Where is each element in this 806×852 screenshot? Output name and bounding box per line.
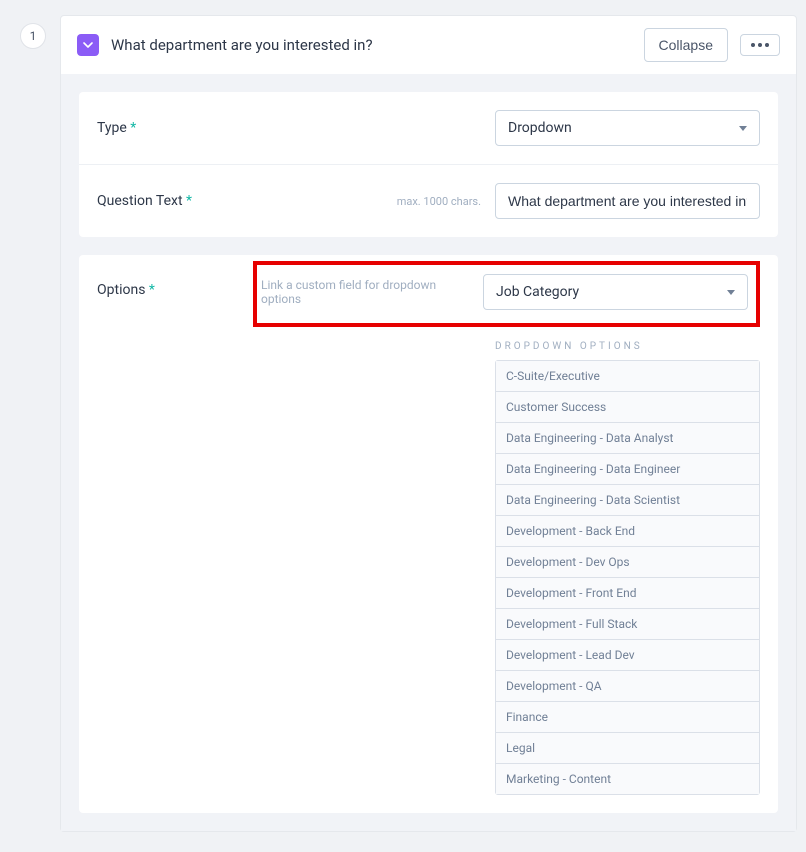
required-indicator: * (186, 193, 192, 209)
card-header: What department are you interested in? C… (61, 16, 796, 74)
question-text-input[interactable] (495, 183, 760, 219)
dropdown-options-list: C-Suite/ExecutiveCustomer SuccessData En… (495, 360, 760, 795)
link-custom-field-hint: Link a custom field for dropdown options (261, 278, 469, 306)
dropdown-option-item: Development - Back End (496, 515, 759, 546)
required-indicator: * (130, 120, 136, 136)
card-body: Type * Dropdown Question Text * max. 100… (61, 74, 796, 831)
custom-field-select-value: Job Category (496, 284, 579, 300)
question-title: What department are you interested in? (111, 36, 632, 54)
dropdown-option-item: Marketing - Content (496, 763, 759, 794)
dropdown-icon (77, 34, 99, 56)
dropdown-option-item: Development - Full Stack (496, 608, 759, 639)
type-select-value: Dropdown (508, 120, 572, 136)
type-select[interactable]: Dropdown (495, 110, 760, 146)
chevron-down-icon (727, 290, 735, 295)
step-number-badge: 1 (20, 23, 46, 49)
type-label: Type * (97, 120, 257, 136)
options-panel: Options * Link a custom field for dropdo… (79, 255, 778, 813)
options-top-row: Options * Link a custom field for dropdo… (97, 273, 760, 327)
dropdown-option-item: Finance (496, 701, 759, 732)
dropdown-options-section: DROPDOWN OPTIONS C-Suite/ExecutiveCustom… (495, 341, 760, 795)
custom-field-select[interactable]: Job Category (483, 274, 748, 310)
dropdown-option-item: Development - QA (496, 670, 759, 701)
options-label: Options * (97, 273, 257, 298)
dropdown-option-item: Development - Lead Dev (496, 639, 759, 670)
highlight-annotation: Link a custom field for dropdown options… (253, 261, 760, 327)
dropdown-option-item: Customer Success (496, 391, 759, 422)
settings-panel: Type * Dropdown Question Text * max. 100… (79, 92, 778, 237)
dropdown-option-item: Data Engineering - Data Analyst (496, 422, 759, 453)
dropdown-option-item: Development - Front End (496, 577, 759, 608)
type-row: Type * Dropdown (79, 92, 778, 164)
dropdown-option-item: Legal (496, 732, 759, 763)
question-card: What department are you interested in? C… (60, 15, 797, 832)
question-text-label: Question Text * (97, 193, 257, 209)
collapse-button[interactable]: Collapse (644, 28, 728, 62)
dropdown-option-item: Data Engineering - Data Engineer (496, 453, 759, 484)
chevron-down-icon (739, 126, 747, 131)
more-options-button[interactable] (740, 34, 780, 56)
required-indicator: * (149, 282, 155, 298)
dropdown-option-item: Development - Dev Ops (496, 546, 759, 577)
dropdown-option-item: C-Suite/Executive (496, 361, 759, 391)
question-step-row: 1 What department are you interested in?… (20, 15, 786, 832)
dots-icon (751, 43, 769, 47)
question-text-row: Question Text * max. 1000 chars. (79, 164, 778, 237)
dropdown-option-item: Data Engineering - Data Scientist (496, 484, 759, 515)
max-chars-hint: max. 1000 chars. (397, 195, 481, 208)
dropdown-options-header: DROPDOWN OPTIONS (495, 341, 760, 352)
